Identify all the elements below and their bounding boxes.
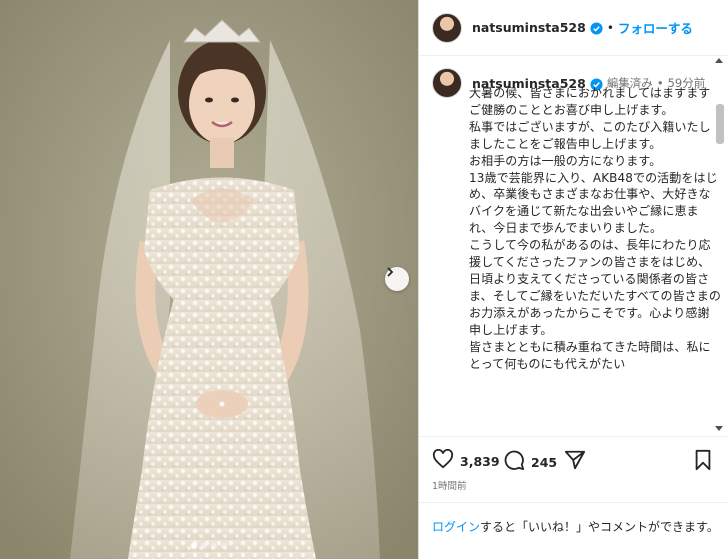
header-separator: • [606, 20, 614, 35]
heart-icon [432, 448, 454, 473]
caption-paragraph: 私事ではございますが、このたび入籍いたしましたことをご報告申し上げます。 [469, 119, 711, 151]
next-image-button[interactable] [385, 267, 409, 291]
comment-bubble-icon [503, 449, 525, 475]
like-button[interactable]: 3,839 [432, 448, 500, 473]
carousel-dot [221, 543, 227, 549]
caption-text: 大暑の候、皆さまにおかれましてはますますご健勝のこととお喜び申し上げます。 私事… [469, 85, 721, 372]
carousel-dot [201, 543, 207, 549]
caption-paragraph: 皆さまとともに積み重ねてきた時間は、私にとって何ものにも代えがたい [469, 339, 711, 371]
carousel-dot [211, 543, 217, 549]
scrollbar-down-arrow[interactable] [715, 426, 723, 431]
login-prompt: ログインすると「いいね！」やコメントができます。 [432, 518, 722, 535]
save-button[interactable] [693, 449, 713, 475]
avatar[interactable] [432, 12, 462, 43]
bookmark-icon [693, 449, 713, 475]
bride-photo-illustration [0, 0, 418, 559]
carousel-dot-active [191, 543, 197, 549]
post-side-panel: natsuminsta528 • フォローする natsuminsta528 編… [419, 0, 728, 559]
like-count: 3,839 [460, 453, 500, 469]
posted-time: 1時間前 [432, 481, 467, 492]
caption-paragraph: 大暑の候、皆さまにおかれましてはますますご健勝のこととお喜び申し上げます。 [469, 86, 711, 117]
caption-scroll-area[interactable]: natsuminsta528 編集済み • 59分前 大暑の候、皆さまにおかれま… [419, 56, 728, 436]
username-link[interactable]: natsuminsta528 [472, 20, 586, 35]
caption-paragraph: こうして今の私があるのは、長年にわたり応援してくださったファンの皆さまをはじめ、… [469, 238, 721, 337]
share-button[interactable] [564, 449, 586, 475]
caption-paragraph: 13歳で芸能界に入り、AKB48での活動をはじめ、卒業後もさまざまなお仕事や、大… [469, 170, 718, 236]
comment-count: 245 [531, 454, 558, 470]
scrollbar-up-arrow[interactable] [715, 58, 723, 63]
instagram-post-window: natsuminsta528 • フォローする natsuminsta528 編… [0, 0, 728, 559]
login-prompt-text: すると「いいね！」やコメントができます。 [480, 520, 719, 534]
scrollbar-thumb[interactable] [716, 104, 724, 144]
comment-button[interactable]: 245 [503, 449, 557, 475]
login-link[interactable]: ログイン [432, 520, 480, 534]
verified-badge-icon [586, 18, 603, 37]
carousel-indicator [0, 543, 418, 549]
follow-button[interactable]: フォローする [618, 18, 693, 37]
avatar[interactable] [432, 68, 462, 98]
caption-paragraph: お相手の方は一般の方になります。 [469, 153, 662, 168]
post-photo[interactable] [0, 0, 419, 559]
login-prompt-bar: ログインすると「いいね！」やコメントができます。 [419, 502, 728, 560]
paper-plane-icon [564, 449, 586, 475]
post-header: natsuminsta528 • フォローする [419, 0, 728, 56]
